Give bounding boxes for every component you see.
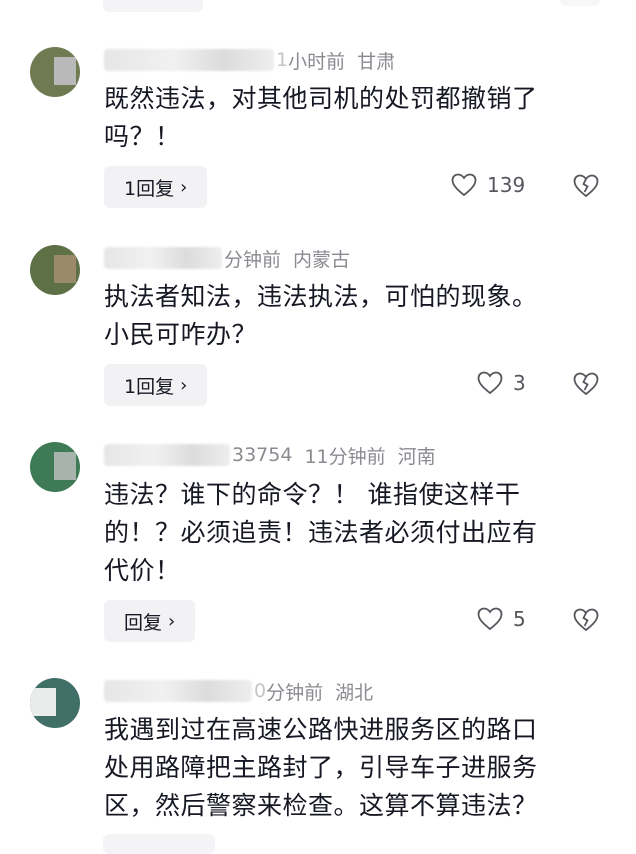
comment-meta: 33754 11分钟前 河南 — [104, 442, 436, 468]
avatar[interactable] — [30, 47, 80, 97]
comment-location: 甘肃 — [357, 50, 396, 73]
comment-location: 河南 — [397, 445, 436, 468]
avatar[interactable] — [30, 245, 80, 295]
reply-label: 回复 — [124, 611, 163, 634]
heart-outline-icon — [451, 173, 477, 197]
like-button[interactable]: 5 — [477, 607, 526, 631]
heart-outline-icon — [477, 371, 503, 395]
broken-heart-icon — [573, 372, 599, 396]
like-count: 5 — [513, 607, 526, 631]
comment-meta: 0 分钟前 湖北 — [104, 678, 373, 704]
comment-text-line: 代价！ — [104, 556, 181, 585]
chevron-right-icon: › — [180, 176, 188, 198]
view-replies-button[interactable]: 1回复 › — [104, 364, 208, 406]
reply-label: 1回复 — [124, 177, 175, 200]
comment-text-line: 我遇到过在高速公路快进服务区的路口 — [104, 715, 538, 744]
comment-time: 小时前 — [288, 50, 346, 73]
like-count: 139 — [487, 173, 526, 197]
like-button[interactable]: 3 — [477, 371, 526, 395]
comment-text-line: 违法？谁下的命令？！ 谁指使这样干 — [104, 480, 521, 509]
time-prefix: 0 — [254, 680, 267, 702]
comment-text-line: 执法者知法，违法执法，可怕的现象。 — [104, 282, 538, 311]
dislike-button[interactable] — [573, 608, 599, 636]
reply-label: 1回复 — [124, 375, 175, 398]
broken-heart-icon — [573, 174, 599, 198]
avatar-blur — [54, 57, 76, 85]
heart-outline-icon — [477, 607, 503, 631]
previous-comment-dislike-stub[interactable] — [560, 0, 600, 6]
comment-time: 分钟前 — [224, 248, 282, 271]
username-blurred[interactable] — [104, 680, 252, 702]
comment-meta: 1 小时前 甘肃 — [104, 47, 395, 73]
next-reply-button-stub[interactable] — [103, 834, 215, 854]
avatar-blur — [30, 688, 56, 716]
comment-time: 分钟前 — [266, 681, 324, 704]
comment-location: 内蒙古 — [293, 248, 351, 271]
username-blurred[interactable] — [104, 247, 222, 269]
comment-text-line: 小民可咋办？ — [104, 320, 258, 349]
chevron-right-icon: › — [180, 374, 188, 396]
comment-text-line: 吗？！ — [104, 122, 181, 151]
username-blurred[interactable] — [104, 444, 230, 466]
avatar[interactable] — [30, 442, 80, 492]
comment-text-line: 既然违法，对其他司机的处罚都撤销了 — [104, 84, 538, 113]
avatar[interactable] — [30, 678, 80, 728]
time-prefix: 1 — [276, 49, 289, 71]
comment-text-line: 的！？必须追责！违法者必须付出应有 — [104, 518, 538, 547]
username-blurred[interactable] — [104, 49, 274, 71]
username-suffix: 33754 — [232, 444, 293, 466]
comment-text: 既然违法，对其他司机的处罚都撤销了 吗？！ — [104, 80, 604, 156]
chevron-right-icon: › — [168, 610, 176, 632]
like-count: 3 — [513, 371, 526, 395]
comment-text: 执法者知法，违法执法，可怕的现象。 小民可咋办？ — [104, 278, 604, 354]
dislike-button[interactable] — [573, 372, 599, 400]
dislike-button[interactable] — [573, 174, 599, 202]
reply-button[interactable]: 回复 › — [104, 600, 196, 642]
comment-text-line: 区，然后警察来检查。这算不算违法？ — [104, 791, 538, 820]
broken-heart-icon — [573, 608, 599, 632]
view-replies-button[interactable]: 1回复 › — [104, 166, 208, 208]
comment-location: 湖北 — [335, 681, 374, 704]
like-button[interactable]: 139 — [451, 173, 525, 197]
avatar-blur — [54, 255, 76, 283]
comment-meta: 分钟前 内蒙古 — [104, 245, 350, 271]
avatar-blur — [54, 452, 76, 480]
comment-text-line: 处用路障把主路封了，引导车子进服务 — [104, 753, 538, 782]
previous-comment-reply-stub[interactable] — [103, 0, 203, 12]
comment-text: 违法？谁下的命令？！ 谁指使这样干 的！？必须追责！违法者必须付出应有 代价！ — [104, 476, 604, 590]
comment-text: 我遇到过在高速公路快进服务区的路口 处用路障把主路封了，引导车子进服务 区，然后… — [104, 711, 604, 825]
comment-time: 11分钟前 — [304, 445, 386, 468]
